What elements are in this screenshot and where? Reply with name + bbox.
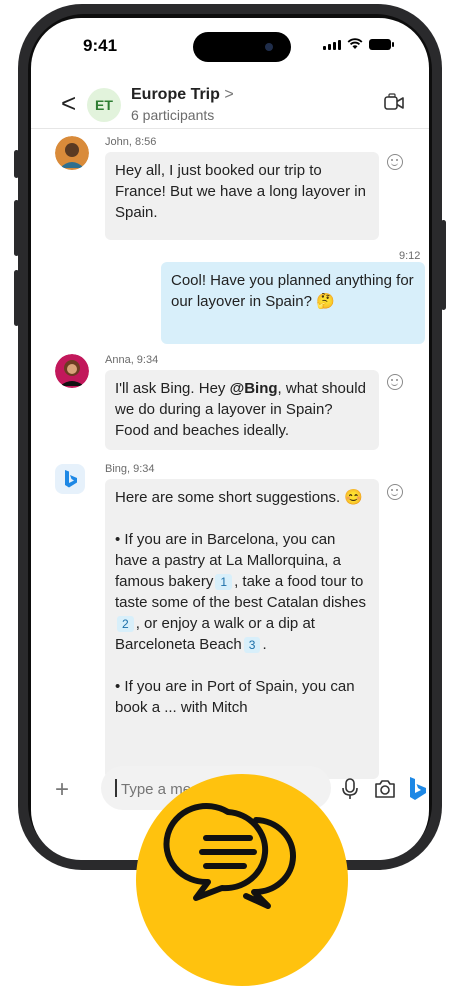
mention-bing[interactable]: @Bing <box>230 380 278 397</box>
message-text: Cool! Have you planned anything for our … <box>171 272 414 310</box>
bing-suggestion-barcelona: • If you are in Barcelona, you can have … <box>115 529 369 655</box>
group-title-link[interactable]: Europe Trip > <box>131 86 234 104</box>
message-bubble[interactable]: I'll ask Bing. Hey @Bing, what should we… <box>105 370 379 450</box>
status-time: 9:41 <box>83 36 118 55</box>
bing-logo-icon <box>65 470 77 488</box>
bing-suggestion-port-of-spain: • If you are in Port of Spain, you can b… <box>115 678 355 716</box>
dynamic-island <box>193 32 291 62</box>
message-meta: Anna, 9:34 <box>105 354 159 366</box>
avatar-bing[interactable] <box>55 464 85 494</box>
chat-badge <box>136 774 348 986</box>
text-caret <box>115 779 117 797</box>
volume-up-button <box>14 200 19 256</box>
message-bubble[interactable]: Here are some short suggestions. 😊 • If … <box>105 479 379 779</box>
back-button[interactable]: < <box>61 88 76 119</box>
status-icons <box>323 38 394 50</box>
add-attachment-button[interactable]: + <box>55 776 69 804</box>
group-title: Europe Trip <box>131 86 220 103</box>
message-bubble[interactable]: Hey all, I just booked our trip to Franc… <box>105 152 379 240</box>
power-button <box>441 220 446 310</box>
message-text: Here are some short suggestions. <box>115 489 341 506</box>
thinking-emoji: 🤔 <box>316 293 335 310</box>
add-reaction-icon[interactable] <box>387 484 403 500</box>
citation-2[interactable]: 2 <box>117 616 134 632</box>
message-meta: John, 8:56 <box>105 136 157 148</box>
camera-icon[interactable] <box>373 778 397 800</box>
message-time: 9:12 <box>399 250 421 262</box>
group-avatar[interactable]: ET <box>87 88 121 122</box>
wifi-icon <box>347 38 363 49</box>
avatar-anna[interactable] <box>55 354 89 388</box>
bing-chat-icon[interactable] <box>407 776 429 802</box>
smile-emoji: 😊 <box>344 489 363 506</box>
phone-screen: 9:41 < ET Europe Trip > 6 participants J… <box>31 18 429 860</box>
battery-icon <box>369 39 394 50</box>
video-call-icon[interactable] <box>383 92 405 114</box>
avatar-john[interactable] <box>55 136 89 170</box>
message-text: . <box>262 636 267 653</box>
signal-icon <box>323 40 341 50</box>
participants-count[interactable]: 6 participants <box>131 107 214 123</box>
citation-3[interactable]: 3 <box>243 637 261 653</box>
message-meta: Bing, 9:34 <box>105 463 155 475</box>
chat-header: < ET Europe Trip > 6 participants <box>31 76 429 129</box>
citation-1[interactable]: 1 <box>215 574 233 590</box>
bing-intro: Here are some short suggestions. 😊 <box>115 487 369 508</box>
chevron-right-icon: > <box>224 86 234 103</box>
message-bubble[interactable]: Cool! Have you planned anything for our … <box>161 262 425 344</box>
volume-down-button <box>14 270 19 326</box>
message-text: , or enjoy a walk or a dip at Barcelonet… <box>115 615 315 653</box>
chat-bubbles-icon <box>163 803 296 909</box>
add-reaction-icon[interactable] <box>387 154 403 170</box>
silent-switch <box>14 150 19 178</box>
message-text: I'll ask Bing. Hey <box>115 380 230 397</box>
add-reaction-icon[interactable] <box>387 374 403 390</box>
front-camera <box>265 43 273 51</box>
